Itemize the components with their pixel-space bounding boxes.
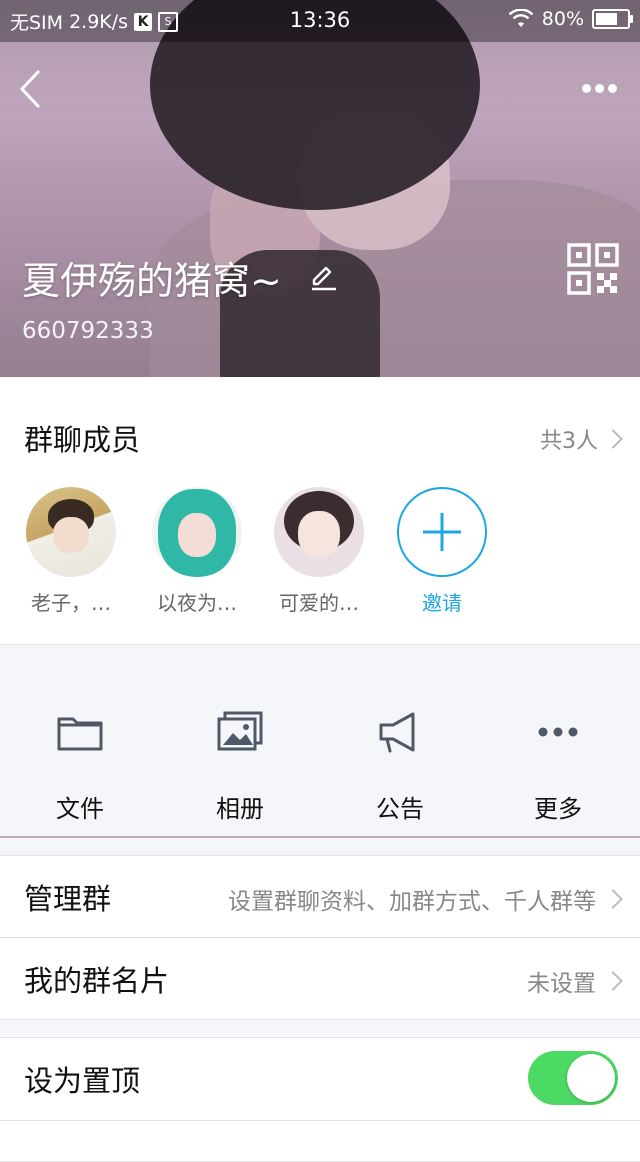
feature-files[interactable]: 文件 [20,709,140,824]
member-name: 老子，… [31,591,111,615]
member-avatar [152,487,242,577]
manage-group-row[interactable]: 管理群 设置群聊资料、加群方式、千人群等 [0,855,640,938]
member-item[interactable]: 可爱的… [269,487,369,616]
album-icon [217,711,263,751]
invite-button[interactable]: 邀请 [392,487,492,616]
member-avatar [274,487,364,577]
group-card-value: 未设置 [527,971,596,997]
qr-code-icon [567,243,619,295]
row-label: 我的群名片 [24,964,170,998]
status-bar: 无SIM 2.9K/s K S 13:36 80% [0,0,640,42]
feature-label: 文件 [56,795,104,823]
chevron-right-icon [603,971,623,991]
edit-name-button[interactable] [308,262,338,292]
chevron-left-icon [19,70,40,108]
member-name: 可爱的… [279,591,359,615]
status-left: 无SIM 2.9K/s K S [10,8,179,35]
s-app-icon: S [158,11,179,32]
row-label: 设为置顶 [24,1064,141,1098]
row-value: 设置群聊资料、加群方式、千人群等 [228,882,623,916]
feature-more[interactable]: 更多 [498,709,618,824]
back-button[interactable] [12,66,52,112]
network-speed: 2.9K/s [69,10,129,33]
pin-toggle[interactable] [528,1051,618,1105]
more-options-button[interactable] [582,78,626,98]
manage-group-description: 设置群聊资料、加群方式、千人群等 [228,889,596,915]
member-item[interactable]: 以夜为… [147,487,247,616]
feature-announcement[interactable]: 公告 [340,709,460,824]
feature-label: 更多 [534,795,582,823]
toggle-knob [567,1054,615,1102]
announcement-icon [379,712,415,753]
battery-fill [596,13,617,25]
member-name: 以夜为… [157,591,237,615]
feature-label: 相册 [216,795,264,823]
battery-percent: 80% [541,8,584,30]
invite-label: 邀请 [422,591,462,615]
group-id: 660792333 [22,318,154,344]
chevron-right-icon [603,889,623,909]
members-count: 共3人 [540,429,598,454]
members-count-link[interactable]: 共3人 [540,423,623,455]
more-dots-icon [538,727,578,737]
pencil-icon [312,266,336,291]
members-title: 群聊成员 [24,423,141,457]
battery-icon [592,9,633,29]
more-dot-icon [595,84,604,93]
carrier-text: 无SIM [10,12,64,34]
plus-icon [397,487,487,577]
more-dot-icon [608,84,617,93]
k-app-icon: K [134,12,153,31]
feature-album[interactable]: 相册 [180,709,300,824]
chevron-right-icon [603,429,623,449]
feature-grid: 文件 相册 公告 更多 [0,645,640,838]
folder-icon [57,717,103,751]
row-value: 未设置 [527,964,623,998]
feature-label: 公告 [376,795,424,823]
my-group-card-row[interactable]: 我的群名片 未设置 [0,937,640,1020]
wifi-icon [508,9,534,27]
member-item[interactable]: 老子，… [21,487,121,616]
member-avatar [26,487,116,577]
row-label: 管理群 [24,882,112,916]
group-name: 夏伊殇的猪窝~ [22,259,282,303]
next-row-partial [0,1120,640,1162]
pin-to-top-row: 设为置顶 [0,1037,640,1121]
qr-code-button[interactable] [566,242,620,296]
more-dot-icon [582,84,591,93]
status-right: 80% [508,8,633,30]
